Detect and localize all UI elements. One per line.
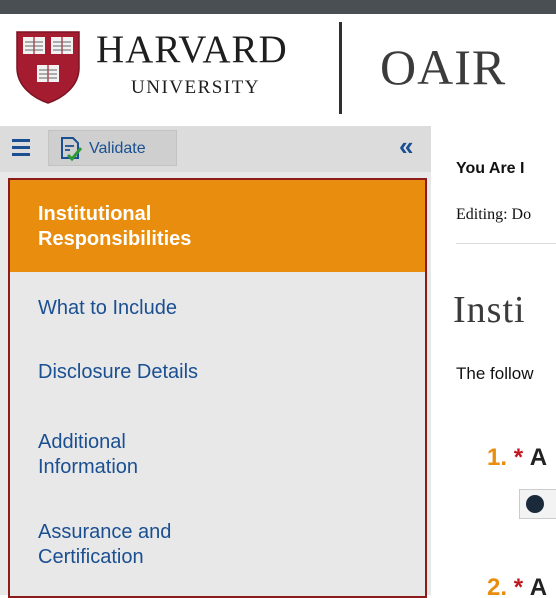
nav-item-label: Disclosure Details (38, 361, 199, 383)
question-number: 2. (487, 574, 508, 595)
collapse-sidebar-icon[interactable]: « (399, 131, 413, 161)
document-check-icon (61, 137, 82, 162)
radio-selected-icon (526, 495, 544, 513)
divider (456, 243, 556, 244)
nav-item-assurance-certification[interactable]: Assurance and Certification (10, 498, 425, 596)
harvard-shield-logo (16, 31, 80, 104)
nav-item-label: What to Include (38, 297, 177, 319)
location-heading: You Are I (456, 160, 525, 177)
app-name: OAIR (380, 39, 507, 95)
question-1: 1. * A (487, 444, 547, 472)
org-subtitle: UNIVERSITY (131, 77, 260, 98)
question-2: 2. * A (487, 574, 547, 595)
page-title: Insti (453, 289, 526, 331)
nav-item-label: Assurance and Certification (38, 521, 172, 568)
validate-button[interactable]: Validate (48, 130, 177, 166)
required-marker: * (513, 574, 524, 595)
main-content: You Are I Editing: Do Insti The follow 1… (431, 126, 556, 595)
nav-item-disclosure-details[interactable]: Disclosure Details (10, 340, 425, 408)
org-name: HARVARD (96, 28, 288, 71)
nav-item-institutional-responsibilities[interactable]: Institutional Responsibilities (10, 180, 425, 272)
sidebar-toolbar: Validate « (0, 126, 431, 172)
required-marker: * (513, 444, 524, 471)
nav-item-label: Additional Information (38, 431, 139, 478)
nav-item-what-to-include[interactable]: What to Include (10, 272, 425, 340)
nav-item-additional-information[interactable]: Additional Information (10, 408, 425, 498)
top-bar (0, 0, 556, 14)
editing-label: Editing: Do (456, 206, 532, 223)
nav-item-label: Institutional Responsibilities (38, 203, 192, 250)
intro-text: The follow (456, 364, 534, 383)
header-divider (339, 22, 342, 114)
question-text: A (529, 444, 548, 471)
hamburger-icon[interactable] (10, 136, 32, 158)
question-text: A (529, 574, 548, 595)
sidebar: Validate « Institutional Responsibilitie… (0, 126, 431, 598)
section-nav: Institutional Responsibilities What to I… (8, 178, 427, 598)
validate-label: Validate (89, 140, 146, 157)
radio-option[interactable] (519, 489, 556, 519)
question-number: 1. (487, 444, 508, 471)
